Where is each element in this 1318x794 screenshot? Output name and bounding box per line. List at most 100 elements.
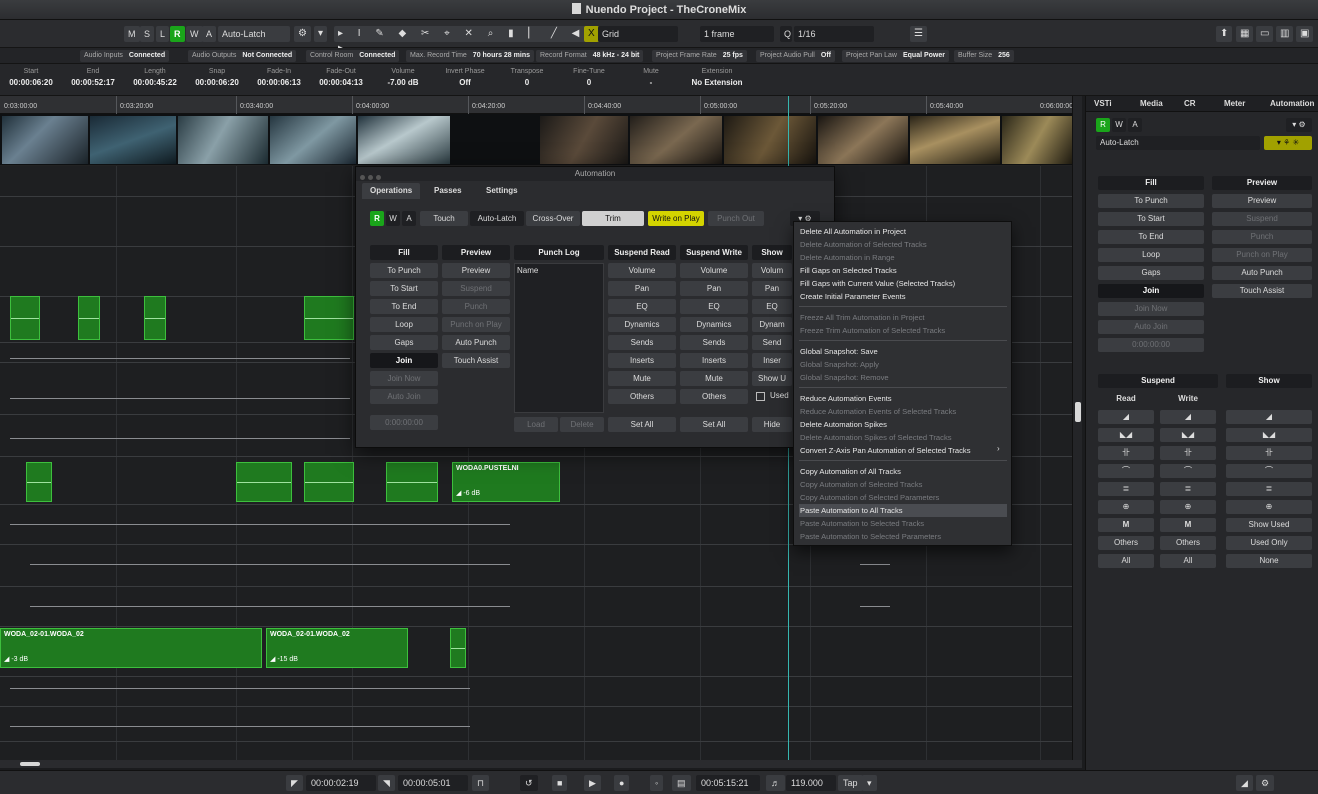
audio-clip-woda-c[interactable]: WODA_02-01.WODA_02 ◢ -15 dB bbox=[266, 628, 408, 668]
snap-toggle-icon[interactable]: X bbox=[584, 26, 599, 42]
tempo-display[interactable]: 119.000 bbox=[786, 775, 836, 791]
menu-item[interactable]: Global Snapshot: Save bbox=[799, 345, 1007, 358]
suspend-button[interactable]: Suspend bbox=[1212, 212, 1312, 226]
show-sends-icon[interactable]: ≣ bbox=[1226, 482, 1312, 496]
info-snap[interactable]: Snap 00:00:06:20 bbox=[186, 68, 248, 87]
scroll-thumb[interactable] bbox=[1075, 402, 1081, 422]
menu-item[interactable]: Delete Automation in Range bbox=[799, 251, 1007, 264]
read-pan-icon[interactable]: ◣◢ bbox=[1098, 428, 1154, 442]
menu-item[interactable]: Create Initial Parameter Events bbox=[799, 290, 1007, 303]
menu-item-paste-all[interactable]: Paste Automation to All Tracks bbox=[799, 504, 1007, 517]
read-button[interactable]: R bbox=[170, 26, 185, 42]
read-inserts-icon[interactable]: ⊕ bbox=[1098, 500, 1154, 514]
fill-to-end[interactable]: To End bbox=[1098, 230, 1204, 244]
delete-button[interactable]: Delete bbox=[560, 417, 604, 432]
write-sends-icon[interactable]: ≣ bbox=[1160, 482, 1216, 496]
info-volume[interactable]: Volume -7.00 dB bbox=[372, 68, 434, 87]
fill-to-punch[interactable]: To Punch bbox=[1098, 194, 1204, 208]
menu-item[interactable]: Fill Gaps with Current Value (Selected T… bbox=[799, 277, 1007, 290]
layout-icon[interactable]: ▦ bbox=[1236, 26, 1254, 42]
auto-punch-button[interactable]: Auto Punch bbox=[442, 335, 510, 350]
punch-button[interactable]: Punch bbox=[1212, 230, 1312, 244]
info-fine-tune[interactable]: Fine-Tune 0 bbox=[558, 68, 620, 87]
hide-button[interactable]: Hide bbox=[752, 417, 792, 432]
fill-to-punch[interactable]: To Punch bbox=[370, 263, 438, 278]
show-volume[interactable]: Volum bbox=[752, 263, 792, 278]
audio-clip[interactable] bbox=[10, 296, 40, 340]
fill-join-now[interactable]: Join Now bbox=[1098, 302, 1204, 316]
read-all-button[interactable]: All bbox=[1098, 554, 1154, 568]
tab-settings[interactable]: Settings bbox=[478, 183, 526, 199]
automation-line[interactable] bbox=[860, 606, 890, 607]
read-set-all[interactable]: Set All bbox=[608, 417, 676, 432]
write-others-button[interactable]: Others bbox=[1160, 536, 1216, 550]
tab-cr[interactable]: CR bbox=[1184, 99, 1196, 108]
audio-clip-woda-b[interactable]: WODA_02-01.WODA_02 ◢ -3 dB bbox=[0, 628, 262, 668]
show-used-button[interactable]: Show U bbox=[752, 371, 792, 386]
show-volume-icon[interactable]: ◢ bbox=[1226, 410, 1312, 424]
write-mute[interactable]: Mute bbox=[680, 371, 748, 386]
dialog-title-bar[interactable]: Automation bbox=[356, 167, 834, 181]
menu-item[interactable]: Delete All Automation in Project bbox=[799, 225, 1007, 238]
fill-to-start[interactable]: To Start bbox=[1098, 212, 1204, 226]
read-others[interactable]: Others bbox=[608, 389, 676, 404]
menu-item[interactable]: Delete Automation of Selected Tracks bbox=[799, 238, 1007, 251]
punch-out-button[interactable]: Punch Out bbox=[708, 211, 764, 226]
read-volume[interactable]: Volume bbox=[608, 263, 676, 278]
export-icon[interactable]: ⬆ bbox=[1216, 26, 1233, 42]
menu-item[interactable]: Paste Automation to Selected Tracks bbox=[799, 517, 1007, 530]
scroll-thumb[interactable] bbox=[20, 762, 40, 766]
fill-join[interactable]: Join bbox=[370, 353, 438, 368]
tap-button[interactable]: Tap bbox=[838, 775, 863, 791]
write-set-all[interactable]: Set All bbox=[680, 417, 748, 432]
write-inserts-icon[interactable]: ⊕ bbox=[1160, 500, 1216, 514]
automation-line[interactable] bbox=[10, 358, 350, 359]
read-toggle[interactable]: R bbox=[1096, 118, 1110, 132]
join-time-field[interactable]: 0:00:00:00 bbox=[370, 415, 438, 430]
read-sends[interactable]: Sends bbox=[608, 335, 676, 350]
all-toggle[interactable]: A bbox=[1128, 118, 1142, 132]
quantize-frame-select[interactable]: 1 frame bbox=[700, 26, 774, 42]
write-inserts[interactable]: Inserts bbox=[680, 353, 748, 368]
write-pan-icon[interactable]: ◣◢ bbox=[1160, 428, 1216, 442]
info-transpose[interactable]: Transpose 0 bbox=[496, 68, 558, 87]
write-toggle[interactable]: W bbox=[386, 211, 400, 226]
fill-join[interactable]: Join bbox=[1098, 284, 1204, 298]
read-dynamics-icon[interactable]: ⌒ bbox=[1098, 464, 1154, 478]
read-toggle[interactable]: R bbox=[370, 211, 384, 226]
read-volume-icon[interactable]: ◢ bbox=[1098, 410, 1154, 424]
read-pan[interactable]: Pan bbox=[608, 281, 676, 296]
show-eq-icon[interactable]: 卝 bbox=[1226, 446, 1312, 460]
fill-loop[interactable]: Loop bbox=[370, 317, 438, 332]
read-mute-button[interactable]: M bbox=[1098, 518, 1154, 532]
write-dynamics-icon[interactable]: ⌒ bbox=[1160, 464, 1216, 478]
sync-icon[interactable]: ◦ bbox=[650, 775, 664, 791]
play-icon[interactable]: ▶ bbox=[584, 775, 601, 791]
info-extension[interactable]: Extension No Extension bbox=[682, 68, 752, 87]
vertical-scrollbar[interactable] bbox=[1072, 96, 1082, 766]
audio-clip[interactable] bbox=[26, 462, 52, 502]
punch-on-play-button[interactable]: Punch on Play bbox=[442, 317, 510, 332]
automation-line[interactable] bbox=[30, 564, 510, 565]
mute-button[interactable]: M bbox=[124, 26, 140, 42]
menu-item[interactable]: Copy Automation of Selected Tracks bbox=[799, 478, 1007, 491]
fill-gaps[interactable]: Gaps bbox=[370, 335, 438, 350]
window-layout-icon[interactable]: ▭ bbox=[1256, 26, 1274, 42]
mode-cross-over[interactable]: Cross-Over bbox=[526, 211, 580, 226]
tab-media[interactable]: Media bbox=[1140, 99, 1163, 108]
read-eq-icon[interactable]: 卝 bbox=[1098, 446, 1154, 460]
mode-auto-latch[interactable]: Auto-Latch bbox=[470, 211, 524, 226]
stop-icon[interactable]: ■ bbox=[552, 775, 568, 791]
record-icon[interactable]: ● bbox=[614, 775, 630, 791]
fill-join-now[interactable]: Join Now bbox=[370, 371, 438, 386]
write-mute-button[interactable]: M bbox=[1160, 518, 1216, 532]
info-length[interactable]: Length 00:00:45:22 bbox=[124, 68, 186, 87]
punch-on-play-button[interactable]: Punch on Play bbox=[1212, 248, 1312, 262]
write-dynamics[interactable]: Dynamics bbox=[680, 317, 748, 332]
mixer-icon[interactable]: ☰ bbox=[910, 26, 927, 42]
read-eq[interactable]: EQ bbox=[608, 299, 676, 314]
auto-punch-button[interactable]: Auto Punch bbox=[1212, 266, 1312, 280]
show-sends[interactable]: Send bbox=[752, 335, 792, 350]
fill-gaps[interactable]: Gaps bbox=[1098, 266, 1204, 280]
info-fade-out[interactable]: Fade-Out 00:00:04:13 bbox=[310, 68, 372, 87]
